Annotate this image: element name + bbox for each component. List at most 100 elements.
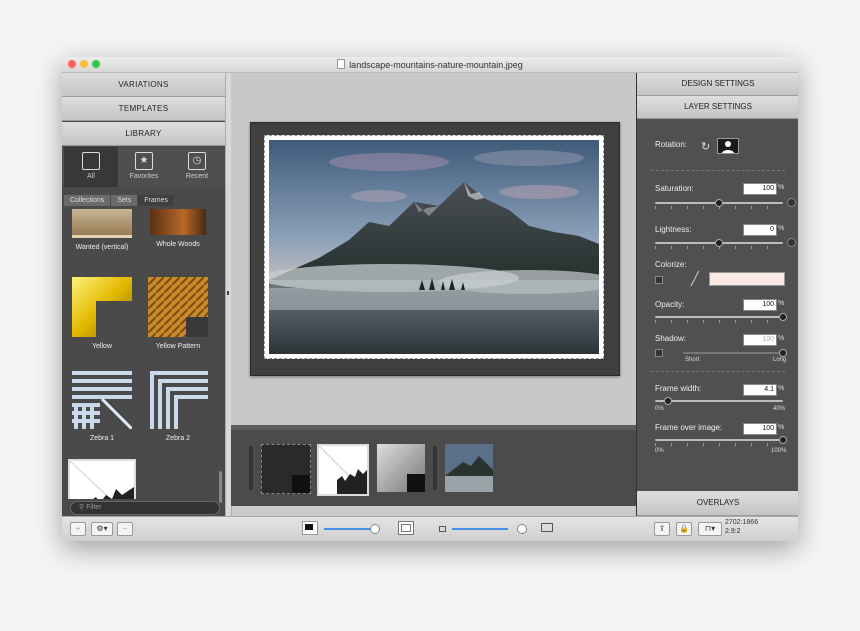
frame-thumbnail — [72, 369, 134, 431]
breadcrumb-sets[interactable]: Sets — [111, 195, 138, 206]
frame-width-label: Frame width: — [655, 384, 702, 393]
large-frame-icon[interactable] — [398, 521, 414, 535]
app-window: landscape-mountains-nature-mountain.jpeg… — [62, 57, 798, 541]
layer-thumb-photo[interactable] — [445, 444, 493, 492]
zoom-out-icon[interactable] — [439, 526, 446, 532]
overlays-header[interactable]: OVERLAYS — [637, 491, 798, 516]
tab-all[interactable]: All — [64, 147, 118, 187]
divider-handle[interactable] — [227, 291, 229, 295]
frame-size-knob[interactable] — [370, 524, 380, 534]
layer-settings-header[interactable]: LAYER SETTINGS — [637, 96, 798, 119]
layer-thumb-mask[interactable] — [317, 444, 369, 496]
shadow-field[interactable]: 100 — [743, 334, 777, 346]
frame-over-image-label: Frame over image: — [655, 423, 723, 432]
frame-width-slider[interactable] — [655, 400, 783, 402]
frame-over-image-slider[interactable] — [655, 439, 783, 441]
saturation-field[interactable]: 100 — [743, 183, 777, 195]
divider-line — [651, 170, 785, 171]
library-header[interactable]: LIBRARY — [62, 122, 225, 146]
lightness-label: Lightness: — [655, 225, 692, 234]
mountain-photo — [269, 140, 599, 354]
layer-strip — [231, 425, 636, 506]
title-bar: landscape-mountains-nature-mountain.jpeg — [62, 57, 798, 73]
image-dimensions: 2702:1866 2.9:2 — [725, 519, 759, 535]
frame-thumbnail — [150, 209, 206, 235]
frame-yellow-pattern[interactable]: Yellow Pattern — [141, 277, 215, 350]
frame-zebra-1[interactable]: Zebra 1 — [65, 369, 139, 442]
rotate-icon[interactable]: ↻ — [701, 141, 713, 153]
shadow-slider[interactable] — [683, 352, 783, 354]
zoom-slider[interactable] — [452, 528, 508, 530]
portrait-orientation-icon[interactable] — [717, 138, 739, 154]
bottom-toolbar: + ⚙▾ − ⇪ 🔒 ⊓▾ 2702:1866 2.9:2 — [62, 516, 798, 541]
frame-selected-puzzle[interactable] — [65, 459, 139, 499]
saturation-label: Saturation: — [655, 184, 694, 193]
tab-favorites[interactable]: ★ Favorites — [117, 147, 171, 187]
frame-over-image-knob[interactable] — [779, 436, 787, 444]
lightness-field[interactable]: 0 — [743, 224, 777, 236]
divider-line — [651, 371, 785, 372]
filter-input[interactable]: ⚲ Filter — [70, 501, 220, 515]
opacity-label: Opacity: — [655, 300, 685, 309]
saturation-knob[interactable] — [715, 199, 723, 207]
frames-scrollbar[interactable] — [218, 213, 223, 503]
share-icon[interactable]: ⇪ — [654, 522, 670, 536]
saturation-reset-icon[interactable] — [787, 198, 796, 207]
small-frame-icon[interactable] — [302, 521, 318, 535]
frame-mat — [264, 135, 604, 359]
templates-header[interactable]: TEMPLATES — [62, 97, 225, 121]
library-tabs: All ★ Favorites ◷ Recent — [62, 147, 225, 187]
colorize-checkbox[interactable] — [655, 276, 663, 284]
frame-whole-woods[interactable]: Whole Woods — [141, 209, 215, 248]
lightness-knob[interactable] — [715, 239, 723, 247]
remove-icon[interactable]: − — [117, 522, 133, 536]
frames-grid: Wanted (vertical) Whole Woods Yellow Yel… — [62, 209, 218, 499]
frame-width-field[interactable]: 4.1 — [743, 384, 777, 396]
document-icon — [337, 59, 346, 69]
opacity-slider[interactable] — [655, 316, 783, 318]
design-settings-header[interactable]: DESIGN SETTINGS — [637, 73, 798, 96]
frame-width-knob[interactable] — [663, 397, 672, 405]
frame-thumbnail — [148, 277, 208, 337]
opacity-field[interactable]: 100 — [743, 299, 777, 311]
zoom-knob[interactable] — [517, 524, 527, 534]
frame-thumbnail — [68, 459, 136, 499]
colorize-label: Colorize: — [655, 260, 687, 269]
tab-recent[interactable]: ◷ Recent — [170, 147, 224, 187]
crop-ratio-icon[interactable]: ⊓▾ — [698, 522, 722, 536]
breadcrumb: Collections Sets Frames — [64, 195, 175, 206]
star-icon: ★ — [135, 152, 153, 170]
frame-yellow[interactable]: Yellow — [65, 277, 139, 350]
shadow-label: Shadow: — [655, 334, 687, 343]
settings-panel: DESIGN SETTINGS LAYER SETTINGS Rotation:… — [636, 73, 798, 516]
breadcrumb-frames[interactable]: Frames — [138, 195, 174, 206]
frame-wanted-vertical[interactable]: Wanted (vertical) — [65, 209, 139, 251]
zoom-in-icon[interactable] — [541, 523, 553, 532]
layer-thumb-frame[interactable] — [261, 444, 311, 494]
shadow-checkbox[interactable] — [655, 349, 663, 357]
shadow-knob[interactable] — [779, 349, 787, 357]
square-icon — [82, 152, 100, 170]
frame-zebra-2[interactable]: Zebra 2 — [141, 369, 215, 442]
colorize-color-well[interactable] — [709, 272, 785, 286]
strip-scroll-left[interactable] — [249, 446, 253, 490]
left-panel: VARIATIONS TEMPLATES LIBRARY All ★ Favor… — [62, 73, 225, 516]
lock-icon[interactable]: 🔒 — [676, 522, 692, 536]
frame-thumbnail — [72, 209, 132, 238]
frame-thumbnail — [72, 277, 132, 337]
eyedropper-icon[interactable]: ╱ — [691, 271, 699, 287]
clock-icon: ◷ — [188, 152, 206, 170]
gear-menu-icon[interactable]: ⚙▾ — [91, 522, 113, 536]
opacity-knob[interactable] — [779, 313, 787, 321]
frame-over-image-field[interactable]: 100 — [743, 423, 777, 435]
lightness-reset-icon[interactable] — [787, 238, 796, 247]
framed-image[interactable] — [250, 122, 620, 376]
strip-scroll-right[interactable] — [433, 446, 437, 490]
canvas-area — [231, 73, 636, 425]
add-icon[interactable]: + — [70, 522, 86, 536]
rotation-label: Rotation: — [655, 140, 688, 149]
scroll-knob[interactable] — [219, 471, 222, 503]
layer-thumb-gradient[interactable] — [377, 444, 425, 492]
variations-header[interactable]: VARIATIONS — [62, 73, 225, 97]
breadcrumb-collections[interactable]: Collections — [64, 195, 111, 206]
